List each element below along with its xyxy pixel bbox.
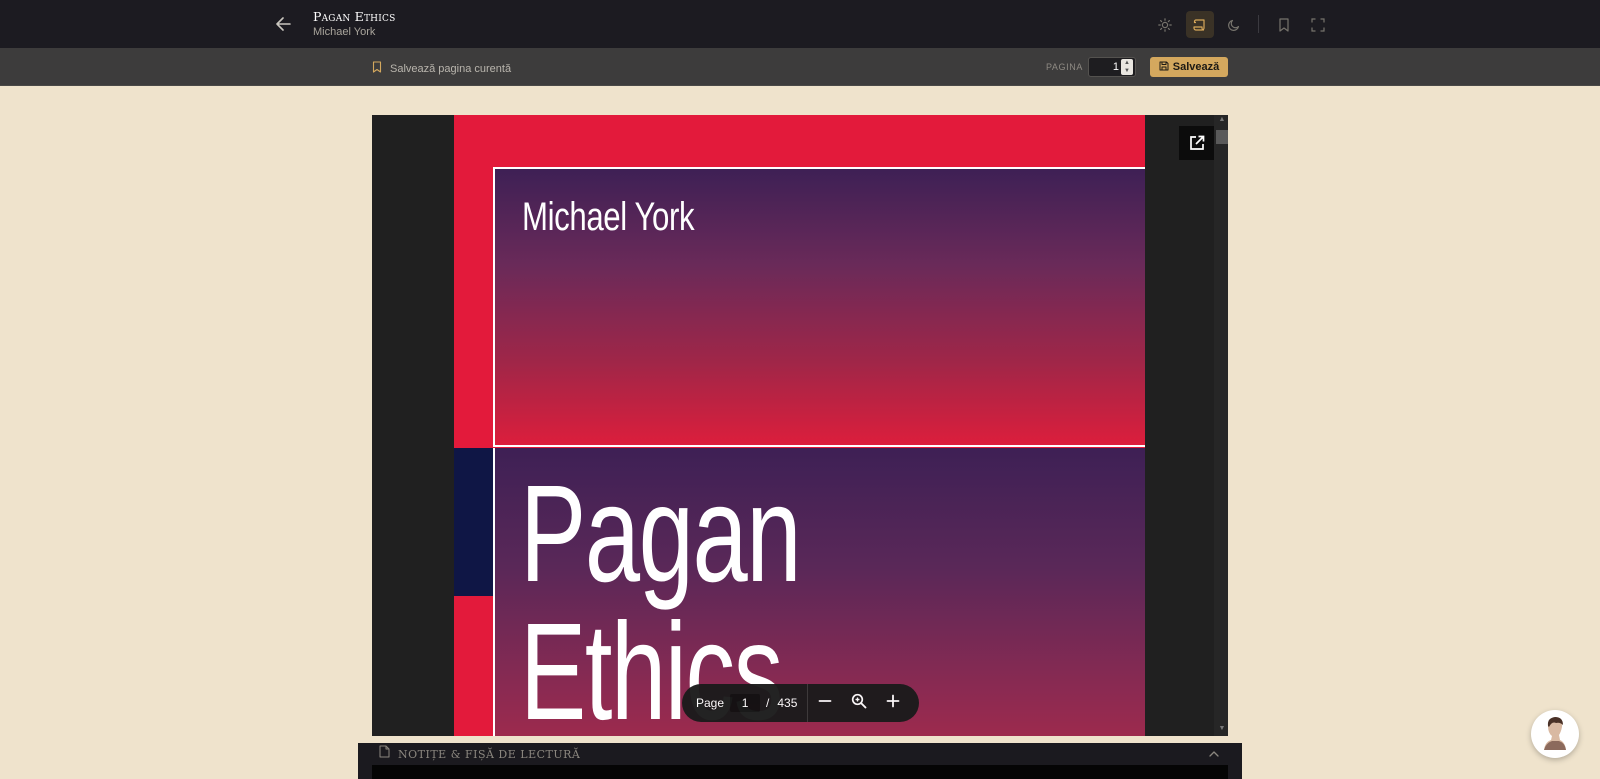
- scroll-up-icon[interactable]: ▲: [1216, 116, 1228, 123]
- page-number-field: ▲ ▼: [1088, 57, 1136, 77]
- scroll-icon[interactable]: [1186, 11, 1214, 38]
- bookmark-icon[interactable]: [1270, 11, 1298, 38]
- notes-panel: Notițe & Fișă de lectură: [358, 743, 1242, 779]
- fullscreen-icon[interactable]: [1304, 11, 1332, 38]
- toolbar-divider: [1258, 15, 1259, 33]
- book-author: Michael York: [313, 26, 376, 38]
- magnifier-icon: [851, 693, 867, 714]
- book-title: Pagan Ethics: [313, 9, 396, 24]
- notes-panel-toggle[interactable]: Notițe & Fișă de lectură: [358, 743, 1242, 765]
- stepper-up-icon[interactable]: ▲: [1124, 60, 1130, 66]
- bookmark-icon: [372, 60, 382, 78]
- floppy-disk-icon: [1159, 58, 1169, 76]
- book-cover-page: Michael York Pagan Ethics: [454, 115, 1145, 736]
- cover-author: Michael York: [522, 195, 695, 239]
- page-save-bar: Salvează pagina curentă PAGINA ▲ ▼ Salve…: [0, 48, 1600, 86]
- moon-icon[interactable]: [1220, 11, 1248, 38]
- pdf-scrollbar[interactable]: ▲ ▼: [1214, 115, 1228, 736]
- bust-portrait-icon: [1544, 717, 1566, 750]
- pdf-viewer[interactable]: Michael York Pagan Ethics ▲ ▼: [372, 115, 1228, 736]
- stepper-down-icon[interactable]: ▼: [1124, 68, 1130, 74]
- zoom-in-button[interactable]: [876, 684, 910, 722]
- save-button[interactable]: Salvează: [1150, 57, 1228, 77]
- top-bar: Pagan Ethics Michael York: [0, 0, 1600, 48]
- sun-icon[interactable]: [1151, 11, 1179, 38]
- pdf-page-toolbar: Page / 435: [682, 684, 919, 722]
- pdf-page-input[interactable]: [730, 694, 761, 712]
- save-button-label: Salvează: [1172, 61, 1220, 73]
- notes-panel-body: [372, 765, 1228, 779]
- book-info: Pagan Ethics Michael York: [313, 9, 395, 38]
- chevron-up-icon[interactable]: [1208, 747, 1220, 765]
- open-external-icon[interactable]: [1179, 126, 1214, 160]
- scrollbar-thumb[interactable]: [1216, 130, 1228, 144]
- page-label: PAGINA: [1046, 62, 1083, 72]
- minus-icon: [818, 694, 832, 713]
- zoom-out-button[interactable]: [808, 684, 842, 722]
- plus-icon: [886, 694, 900, 713]
- back-arrow-icon[interactable]: [272, 14, 294, 34]
- notes-panel-title: Notițe & Fișă de lectură: [398, 747, 581, 761]
- save-current-page-button[interactable]: Salvează pagina curentă: [372, 60, 511, 78]
- assistant-avatar[interactable]: [1531, 710, 1579, 758]
- document-icon: [379, 745, 390, 763]
- page-separator: /: [766, 696, 770, 710]
- scroll-down-icon[interactable]: ▼: [1216, 725, 1228, 732]
- save-current-page-label: Salvează pagina curentă: [390, 63, 512, 75]
- page-stepper[interactable]: ▲ ▼: [1121, 59, 1133, 75]
- page-number-input[interactable]: [1089, 58, 1121, 76]
- total-pages: 435: [777, 696, 798, 710]
- cover-navy-bar: [454, 448, 493, 596]
- zoom-reset-button[interactable]: [842, 684, 876, 722]
- page-label: Page: [696, 696, 725, 710]
